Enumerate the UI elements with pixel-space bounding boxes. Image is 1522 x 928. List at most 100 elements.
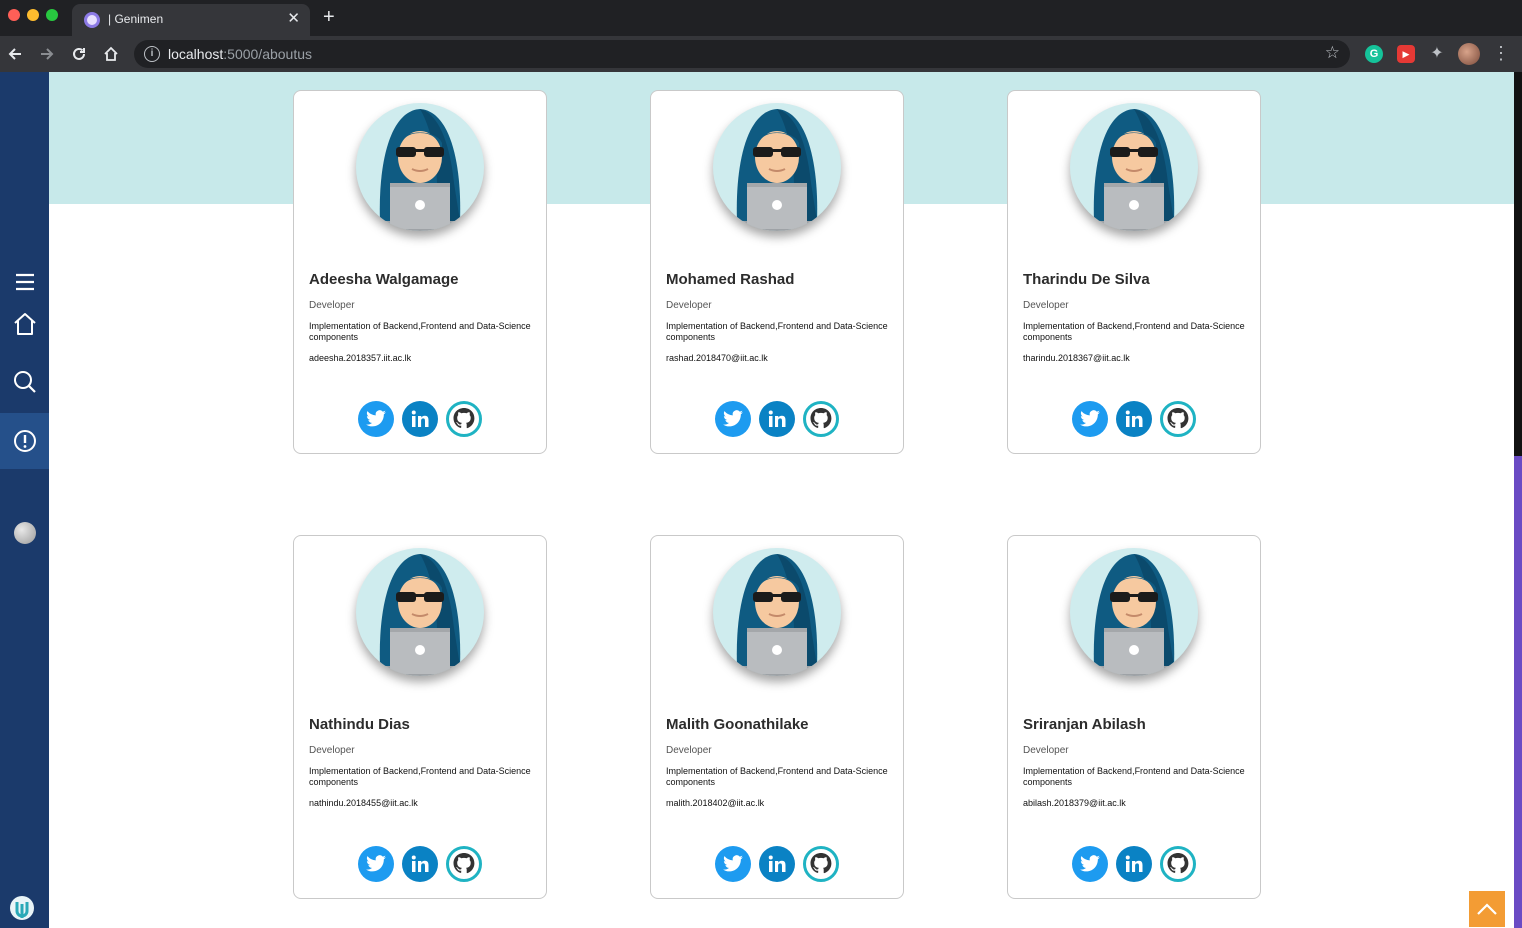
github-icon xyxy=(453,408,475,429)
media-extension-icon[interactable]: ▶ xyxy=(1397,45,1415,63)
linkedin-link[interactable] xyxy=(759,401,795,437)
linkedin-link[interactable] xyxy=(1116,846,1152,882)
linkedin-link[interactable] xyxy=(402,846,438,882)
github-link[interactable] xyxy=(803,846,839,882)
team-member-card: Tharindu De Silva Developer Implementati… xyxy=(1007,90,1261,454)
window-close-button[interactable] xyxy=(8,9,20,21)
twitter-icon xyxy=(1080,855,1100,872)
member-name: Malith Goonathilake xyxy=(666,716,809,733)
browser-tab[interactable]: | Genimen ✕ xyxy=(72,4,310,36)
twitter-icon xyxy=(366,410,386,427)
github-link[interactable] xyxy=(446,846,482,882)
twitter-link[interactable] xyxy=(358,846,394,882)
member-email: malith.2018402@iit.ac.lk xyxy=(666,798,765,808)
member-email: nathindu.2018455@iit.ac.lk xyxy=(309,798,418,808)
member-description: Implementation of Backend,Frontend and D… xyxy=(309,766,531,787)
twitter-link[interactable] xyxy=(358,401,394,437)
twitter-link[interactable] xyxy=(715,401,751,437)
social-links xyxy=(715,846,841,882)
linkedin-link[interactable] xyxy=(1116,401,1152,437)
hacker-avatar-icon xyxy=(379,109,461,231)
sidebar-item-about[interactable] xyxy=(0,413,49,469)
member-email: abilash.2018379@iit.ac.lk xyxy=(1023,798,1126,808)
github-icon xyxy=(810,408,832,429)
sidebar-item-home[interactable] xyxy=(0,296,49,352)
scrollbar-thumb[interactable] xyxy=(1514,456,1522,928)
forward-button[interactable] xyxy=(35,42,59,66)
reload-button[interactable] xyxy=(67,42,91,66)
menu-icon xyxy=(15,273,34,291)
github-icon xyxy=(1167,408,1189,429)
member-description: Implementation of Backend,Frontend and D… xyxy=(309,321,531,342)
github-link[interactable] xyxy=(803,401,839,437)
social-links xyxy=(358,401,484,437)
linkedin-icon xyxy=(1125,855,1143,872)
back-arrow-icon xyxy=(8,48,21,60)
team-member-card: Sriranjan Abilash Developer Implementati… xyxy=(1007,535,1261,899)
site-info-icon[interactable]: i xyxy=(144,46,160,62)
favicon-icon xyxy=(84,12,100,28)
extensions-puzzle-icon[interactable]: ✦ xyxy=(1428,45,1446,63)
linkedin-icon xyxy=(768,855,786,872)
twitter-link[interactable] xyxy=(715,846,751,882)
home-icon xyxy=(104,46,118,61)
tab-close-icon[interactable]: ✕ xyxy=(287,10,300,28)
logo-mark-icon xyxy=(15,902,29,918)
twitter-icon xyxy=(1080,410,1100,427)
team-member-card: Malith Goonathilake Developer Implementa… xyxy=(650,535,904,899)
member-role: Developer xyxy=(309,300,355,311)
window-minimize-button[interactable] xyxy=(27,9,39,21)
home-button[interactable] xyxy=(99,42,123,66)
address-bar[interactable]: i localhost:5000/aboutus ☆ xyxy=(134,40,1350,68)
hacker-avatar-icon xyxy=(1093,554,1175,676)
bookmark-star-icon[interactable]: ☆ xyxy=(1325,43,1340,63)
tab-title: | Genimen xyxy=(108,12,164,26)
reload-icon xyxy=(73,47,85,60)
browser-menu-icon[interactable]: ⋮ xyxy=(1492,41,1510,65)
twitter-link[interactable] xyxy=(1072,846,1108,882)
github-link[interactable] xyxy=(446,401,482,437)
app-logo-icon[interactable] xyxy=(10,896,34,920)
back-to-top-button[interactable] xyxy=(1469,891,1505,927)
grammarly-extension-icon[interactable]: G xyxy=(1365,45,1383,63)
member-description: Implementation of Backend,Frontend and D… xyxy=(666,766,888,787)
twitter-icon xyxy=(366,855,386,872)
twitter-icon xyxy=(723,855,743,872)
member-description: Implementation of Backend,Frontend and D… xyxy=(1023,766,1245,787)
linkedin-icon xyxy=(768,410,786,427)
avatar xyxy=(356,103,484,231)
team-member-card: Adeesha Walgamage Developer Implementati… xyxy=(293,90,547,454)
new-tab-button[interactable]: + xyxy=(323,5,335,29)
member-name: Adeesha Walgamage xyxy=(309,271,459,288)
home-icon xyxy=(13,313,36,335)
scrollbar-track xyxy=(1514,72,1522,456)
hacker-avatar-icon xyxy=(379,554,461,676)
linkedin-link[interactable] xyxy=(759,846,795,882)
hacker-avatar-icon xyxy=(736,554,818,676)
github-link[interactable] xyxy=(1160,401,1196,437)
profile-avatar[interactable] xyxy=(1458,43,1480,65)
member-role: Developer xyxy=(309,745,355,756)
member-email: rashad.2018470@iit.ac.lk xyxy=(666,353,768,363)
social-links xyxy=(1072,846,1198,882)
chevron-up-icon xyxy=(1477,903,1497,915)
window-maximize-button[interactable] xyxy=(46,9,58,21)
member-name: Nathindu Dias xyxy=(309,716,410,733)
avatar xyxy=(713,548,841,676)
linkedin-link[interactable] xyxy=(402,401,438,437)
search-icon xyxy=(13,371,36,393)
twitter-link[interactable] xyxy=(1072,401,1108,437)
sidebar-item-search[interactable] xyxy=(0,354,49,410)
social-links xyxy=(358,846,484,882)
forward-arrow-icon xyxy=(41,48,54,60)
url-text: localhost:5000/aboutus xyxy=(168,46,313,62)
hacker-avatar-icon xyxy=(1093,109,1175,231)
team-member-card: Nathindu Dias Developer Implementation o… xyxy=(293,535,547,899)
linkedin-icon xyxy=(411,855,429,872)
github-link[interactable] xyxy=(1160,846,1196,882)
sidebar-theme-toggle[interactable] xyxy=(0,505,49,561)
hacker-avatar-icon xyxy=(736,109,818,231)
social-links xyxy=(1072,401,1198,437)
back-button[interactable] xyxy=(3,42,27,66)
member-role: Developer xyxy=(666,745,712,756)
